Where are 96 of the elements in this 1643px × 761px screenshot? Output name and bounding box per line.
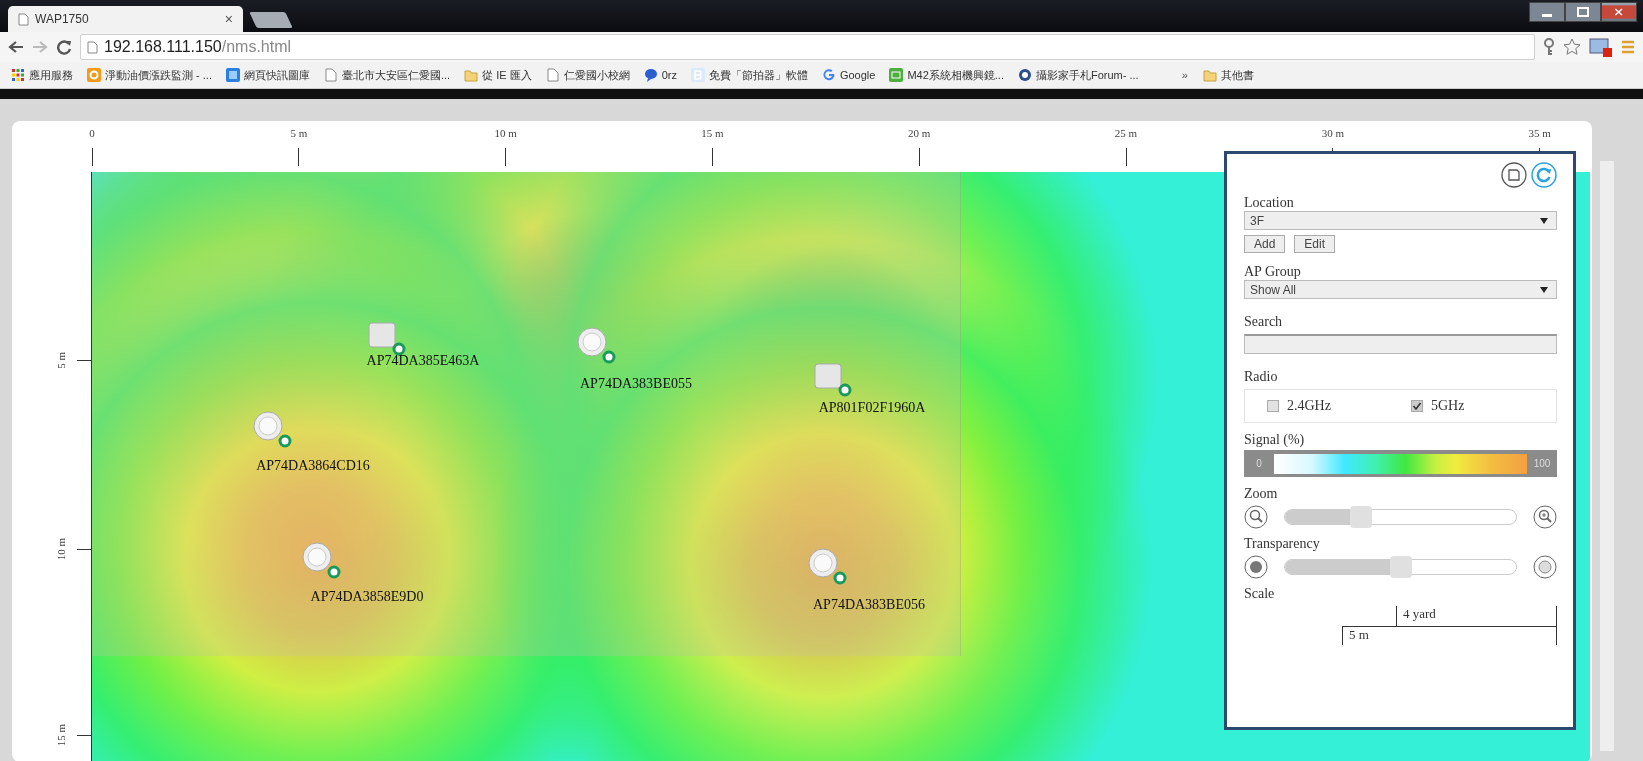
access-point-label: AP74DA383BE056 [813,597,925,613]
field-label: Signal (%) [1244,431,1306,448]
axis-label: 20 m [908,127,931,139]
field-label: Scale [1244,585,1276,602]
checkbox[interactable] [1410,400,1423,412]
axis-label: 25 m [1114,127,1138,139]
bookmark-link[interactable]: 應用服務 [6,67,78,83]
bookmark-link[interactable]: 免費「節拍器」軟體 [685,67,813,83]
access-point-label: AP74DA383BE055 [580,376,692,392]
field-label: Search [1244,313,1284,330]
tick-mark [298,148,300,166]
google-g-icon [821,68,836,82]
page-icon [87,40,98,54]
axis-label: 5 m [55,352,67,369]
panel-button[interactable]: Edit [1294,235,1336,253]
tick-mark [711,148,713,166]
new-tab-button[interactable] [249,12,293,28]
star-icon[interactable] [1563,38,1581,56]
dropdown[interactable]: Show All [1244,280,1557,299]
bookmark-link[interactable]: M42系統相機興鏡... [884,67,1009,83]
folder-icon [1202,68,1217,82]
access-point-label: AP74DA3858E9D0 [310,589,424,605]
field-label: Radio [1244,368,1279,385]
reload-icon[interactable] [56,39,72,55]
back-icon[interactable] [8,40,24,54]
signal-legend: 0 100 [1244,450,1557,477]
scale-bar: 4 yard 5 m [1244,602,1557,646]
field-label: Zoom [1244,485,1279,502]
bookmark-icon [690,68,705,82]
address-field[interactable]: 192.168.111.150/nms.html [80,34,1535,60]
page-icon [545,68,560,82]
browser-tab[interactable]: WAP1750 × [8,6,243,32]
axis-label: 15 m [55,724,67,747]
search-field[interactable] [1244,334,1557,354]
bookmark-icon [87,68,101,82]
access-point-label: AP801F02F1960A [818,400,926,416]
url-text: 192.168.111.150/nms.html [104,38,292,56]
page-icon [323,68,338,82]
axis-label: 30 m [1321,127,1344,139]
tick-mark [1125,148,1127,166]
calendar-icon[interactable] [1589,37,1613,57]
save-icon[interactable] [1501,162,1527,188]
access-point-label: AP74DA3864CD16 [256,458,370,474]
caret-icon [1540,286,1548,293]
bookmark-link[interactable]: 攝影家手札Forum- ... [1013,67,1144,83]
axis-label: 35 m [1528,127,1551,139]
caret-icon [1540,217,1548,224]
checkbox[interactable] [1267,400,1279,412]
apps-grid-icon [11,68,25,82]
circle-icon [1018,68,1032,82]
bookmark-link[interactable]: 其他書 [1197,67,1259,83]
speech-bubble-icon [643,68,658,82]
slider-thumb[interactable] [1350,506,1373,528]
restore-icon[interactable] [1565,2,1601,22]
checkbox-label: 5GHz [1430,398,1465,414]
slider-track[interactable] [1284,509,1517,525]
checkbox-label: 2.4GHz [1287,398,1331,414]
access-point-label: AP74DA385E463A [366,353,480,369]
zoom-out-icon[interactable] [1244,505,1268,529]
tab-title: WAP1750 [35,12,90,26]
key-icon[interactable] [1543,38,1555,56]
slider-thumb[interactable] [1389,556,1412,578]
axis-label: 0 [89,127,95,139]
minimize-icon[interactable] [1529,2,1565,22]
close-icon[interactable] [1601,2,1637,22]
opaque-layer-icon[interactable] [1244,555,1268,579]
tab-close-button[interactable]: × [224,11,233,27]
bookmark-link[interactable]: 臺北市大安區仁愛國... [318,67,456,83]
axis-label: 10 m [55,538,67,561]
field-label: Location [1244,194,1295,211]
tick-mark [505,148,507,166]
bookmark-link[interactable]: 仁愛國小校網 [540,67,635,83]
page-icon [18,12,29,26]
axis-label: 5 m [290,127,308,139]
forward-icon[interactable] [32,40,48,54]
menu-icon[interactable] [1621,40,1635,54]
slider-track[interactable] [1284,559,1517,575]
bookmark-link[interactable]: 淨動油價漲跌監測 - ... [82,67,217,83]
bookmark-icon [889,68,904,82]
bookmark-icon [225,68,240,82]
bookmark-link[interactable]: 0rz [638,68,682,82]
more-bookmarks-button[interactable]: » [1175,69,1194,81]
field-label: AP Group [1244,263,1302,280]
axis-label: 10 m [494,127,517,139]
folder-icon [464,68,479,82]
transparent-layer-icon[interactable] [1533,555,1557,579]
tick-mark [918,148,920,166]
zoom-in-icon[interactable] [1533,505,1557,529]
field-label: Transparency [1244,535,1321,552]
bookmark-link[interactable]: 網頁快訊圖庫 [220,67,315,83]
axis-label: 15 m [701,127,724,139]
tick-mark [91,148,93,166]
bookmark-link[interactable]: Google [816,68,881,82]
panel-button[interactable]: Add [1244,235,1286,253]
dropdown[interactable]: 3F [1244,211,1557,230]
bookmark-link[interactable]: 從 IE 匯入 [459,67,537,83]
